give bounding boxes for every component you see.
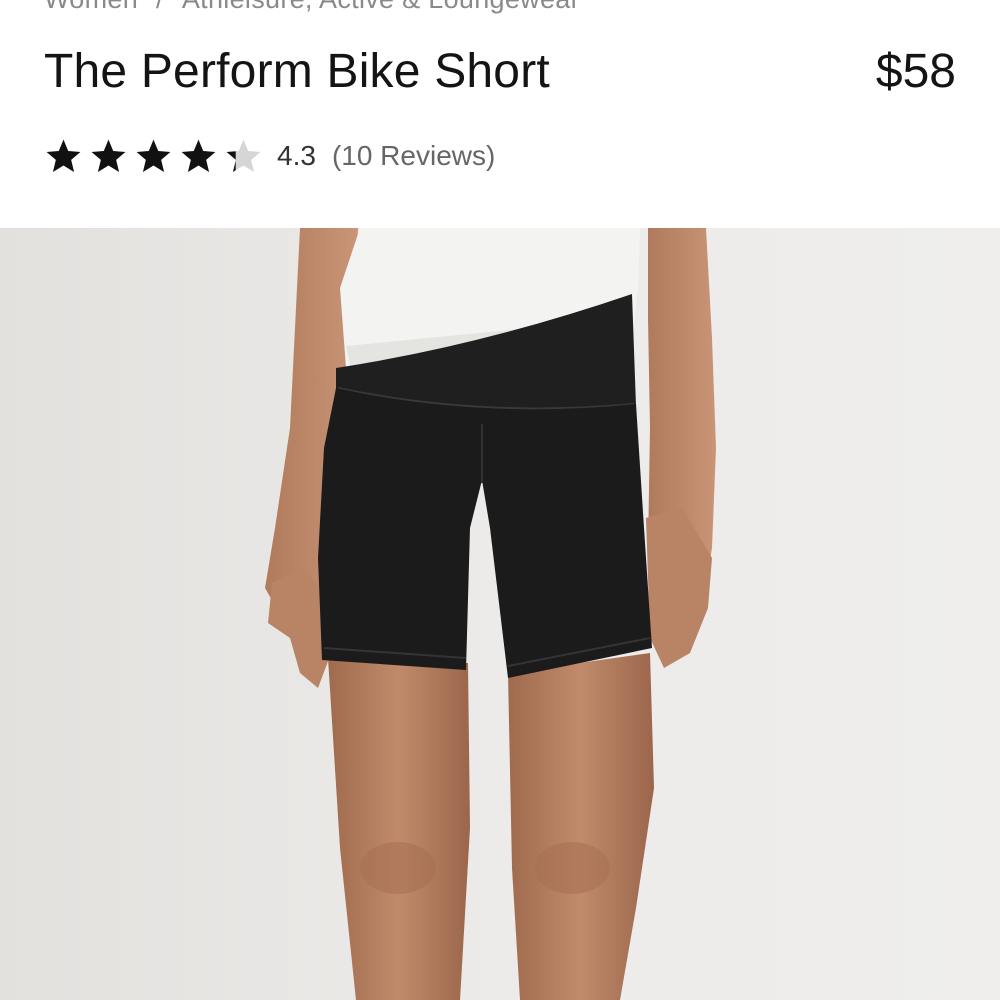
star-icon: [226, 139, 261, 172]
breadcrumb-item-category[interactable]: Athleisure, Active & Loungewear: [182, 0, 580, 14]
breadcrumb-separator: /: [156, 0, 164, 14]
rating-stars: [44, 137, 263, 176]
reviews-link[interactable]: (10 Reviews): [332, 140, 495, 172]
product-title: The Perform Bike Short: [44, 45, 550, 98]
product-photo-illustration: [0, 228, 1000, 1000]
star-icon: [136, 139, 171, 172]
star-icon: [91, 139, 126, 172]
breadcrumb: Women / Athleisure, Active & Loungewear: [44, 0, 580, 20]
product-price: $58: [875, 45, 956, 98]
breadcrumb-item-women[interactable]: Women: [44, 0, 138, 14]
rating-value: 4.3: [277, 140, 316, 171]
star-icon: [46, 139, 81, 172]
star-icon: [181, 139, 216, 172]
product-image[interactable]: [0, 228, 1000, 1000]
product-rating[interactable]: 4.3 (10 Reviews): [44, 136, 495, 176]
